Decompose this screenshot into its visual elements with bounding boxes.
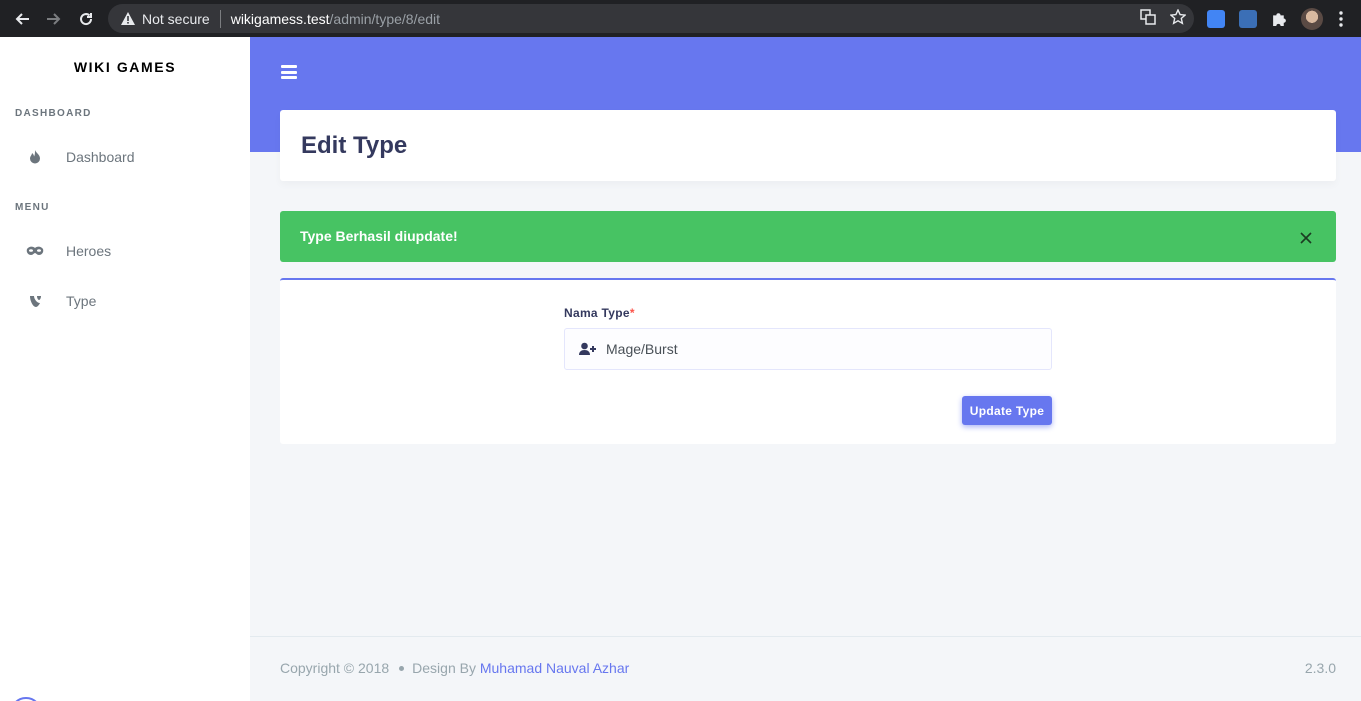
extensions-button[interactable]	[1271, 0, 1288, 37]
version-text: 2.3.0	[1304, 660, 1336, 676]
translate-icon[interactable]	[1140, 8, 1156, 29]
google-translate-extension[interactable]	[1207, 0, 1225, 37]
section-header: Edit Type	[280, 110, 1336, 181]
menu-header-menu: MENU	[15, 202, 50, 213]
arrow-left-icon	[15, 12, 29, 25]
address-bar[interactable]: Not secure wikigamess.test/admin/type/8/…	[108, 4, 1194, 33]
sidebar-item-dashboard[interactable]: Dashboard	[0, 137, 250, 177]
reload-button[interactable]	[69, 0, 103, 37]
browser-toolbar: Not secure wikigamess.test/admin/type/8/…	[0, 0, 1361, 37]
sidebar-bottom-circle	[10, 697, 42, 701]
sidebar-item-label: Dashboard	[66, 149, 135, 165]
puzzle-icon	[1273, 13, 1286, 26]
success-alert: Type Berhasil diupdate!	[280, 211, 1336, 262]
footer: Copyright © 2018 Design By Muhamad Nauval…	[250, 636, 1361, 701]
page-title: Edit Type	[301, 131, 408, 159]
footer-left: Copyright © 2018 Design By Muhamad Nauval…	[280, 660, 629, 676]
author-link[interactable]: Muhamad Nauval Azhar	[480, 660, 629, 676]
divider	[219, 9, 221, 28]
url-path: /admin/type/8/edit	[329, 10, 441, 27]
hamburger-menu-icon[interactable]	[281, 65, 297, 79]
nama-type-input[interactable]	[606, 341, 1036, 357]
close-icon[interactable]	[1300, 231, 1314, 245]
reload-icon	[80, 12, 93, 25]
form-card: Nama Type* Update Type	[280, 278, 1336, 444]
brand-logo[interactable]: WIKI GAMES	[0, 59, 250, 75]
fire-icon	[25, 150, 45, 164]
warning-icon	[120, 11, 136, 27]
translate-extension-icon	[1207, 9, 1225, 28]
sidebar-item-heroes[interactable]: Heroes	[0, 231, 250, 271]
security-label[interactable]: Not secure	[142, 11, 210, 27]
screenshot-extension-icon	[1239, 9, 1257, 28]
copyright-text: Copyright © 2018	[280, 660, 390, 676]
profile-button[interactable]	[1301, 0, 1323, 37]
browser-menu-button[interactable]	[1339, 0, 1343, 37]
sidebar: WIKI GAMES DASHBOARD Dashboard MENU Hero…	[0, 37, 250, 701]
design-by-text: Design By	[412, 660, 476, 676]
alert-message: Type Berhasil diupdate!	[300, 227, 458, 244]
avatar	[1301, 7, 1323, 30]
nama-type-label: Nama Type*	[564, 306, 635, 320]
bullet-separator	[399, 665, 405, 671]
url-host: wikigamess.test	[230, 10, 330, 27]
sidebar-item-label: Heroes	[66, 243, 112, 259]
sidebar-item-type[interactable]: Type	[0, 281, 250, 321]
mask-icon	[25, 246, 45, 256]
kebab-menu-icon	[1339, 10, 1343, 27]
arrow-right-icon	[47, 12, 61, 25]
menu-header-dashboard: DASHBOARD	[15, 108, 92, 119]
typo3-icon	[25, 295, 45, 308]
back-button[interactable]	[5, 0, 39, 37]
nama-type-input-group	[564, 328, 1052, 370]
sidebar-item-label: Type	[66, 293, 97, 309]
screenshot-extension[interactable]	[1239, 0, 1257, 37]
update-type-button[interactable]: Update Type	[962, 396, 1052, 425]
required-mark: *	[629, 306, 635, 320]
bookmark-star-icon[interactable]	[1169, 7, 1187, 29]
field-label-text: Nama Type	[564, 306, 630, 320]
forward-button[interactable]	[37, 0, 71, 37]
user-plus-icon	[579, 342, 599, 356]
